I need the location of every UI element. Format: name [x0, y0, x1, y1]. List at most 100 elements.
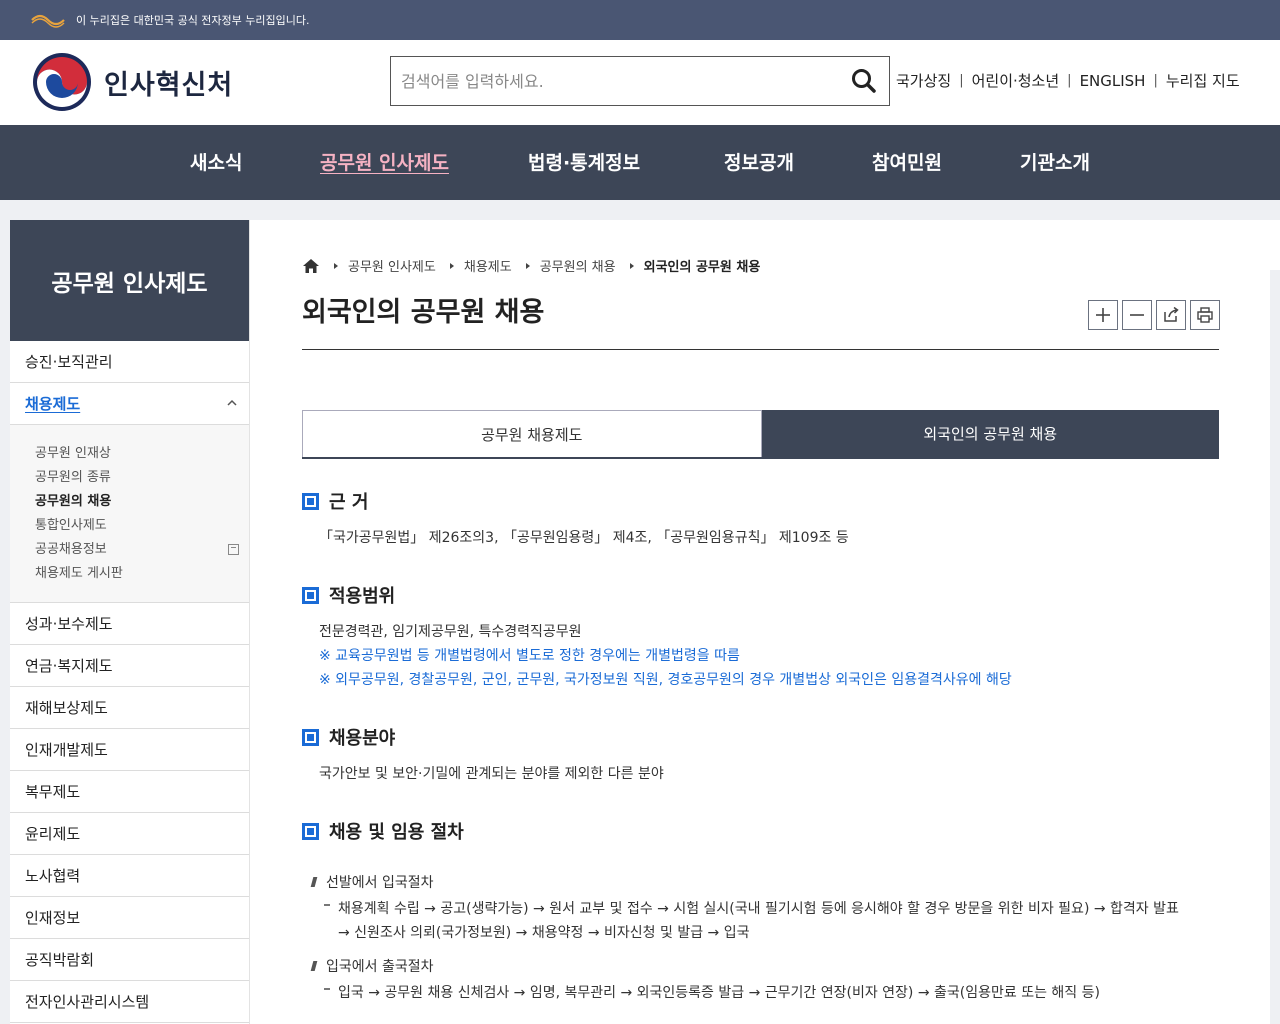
search-box	[390, 56, 890, 106]
search-icon	[852, 69, 876, 93]
gnb-item-hr-system[interactable]: 공무원 인사제도	[320, 148, 449, 175]
submenu-item-types[interactable]: 공무원의 종류	[35, 466, 249, 490]
page-edge	[1270, 220, 1280, 270]
gov-banner-text: 이 누리집은 대한민국 공식 전자정부 누리집입니다.	[76, 14, 310, 27]
submenu-item-hiring[interactable]: 공무원의 채용	[35, 490, 249, 514]
sidebar-item-talent-info[interactable]: 인재정보	[10, 897, 249, 939]
util-link-kids[interactable]: 어린이·청소년	[972, 70, 1060, 91]
scope-note: ※ 교육공무원법 등 개별법령에서 별도로 정한 경우에는 개별법령을 따름	[319, 648, 740, 664]
submenu-item-public-recruit[interactable]: 공공채용정보	[35, 538, 249, 562]
util-separator: |	[1153, 73, 1158, 88]
procedure-step-title: 선발에서 입국절차	[310, 872, 434, 892]
sidebar-item-performance-pay[interactable]: 성과·보수제도	[10, 603, 249, 645]
util-separator: |	[959, 73, 964, 88]
sidebar-submenu: 공무원 인재상 공무원의 종류 공무원의 채용 통합인사제도 공공채용정보 채용…	[10, 425, 249, 603]
section-bullet-icon	[302, 728, 319, 746]
breadcrumb-arrow-icon	[334, 262, 338, 269]
agency-name: 인사혁신처	[104, 69, 234, 101]
chevron-up-icon[interactable]	[225, 396, 239, 410]
gnb-item-civil-petition[interactable]: 참여민원	[872, 148, 942, 175]
print-icon	[1197, 307, 1213, 323]
gnb-item-about[interactable]: 기관소개	[1020, 148, 1090, 175]
section-scope-heading: 적용범위	[302, 582, 395, 608]
zoom-out-button[interactable]	[1122, 300, 1152, 330]
site-logo[interactable]: 인사혁신처	[32, 52, 233, 112]
sidebar-item-recruitment[interactable]: 채용제도	[10, 383, 249, 425]
step-title-text: 입국에서 출국절차	[326, 959, 434, 975]
breadcrumb-arrow-icon	[629, 262, 634, 269]
gov-banner: 이 누리집은 대한민국 공식 전자정부 누리집입니다.	[0, 0, 1280, 40]
search-input[interactable]	[391, 57, 839, 105]
share-icon	[1164, 306, 1179, 322]
search-button[interactable]	[839, 57, 889, 105]
slash-bullet-icon	[310, 961, 318, 971]
slash-bullet-icon	[310, 877, 318, 887]
procedure-step-detail: 채용계획 수립 → 공고(생략가능) → 원서 교부 및 접수 → 시험 실시(…	[324, 898, 1179, 918]
utility-links: 국가상징 | 어린이·청소년 | ENGLISH | 누리집 지도	[896, 70, 1240, 91]
section-basis-heading: 근 거	[302, 488, 368, 514]
print-button[interactable]	[1190, 300, 1220, 330]
gnb-item-news[interactable]: 새소식	[190, 148, 242, 175]
sidebar-item-pension-welfare[interactable]: 연금·복지제도	[10, 645, 249, 687]
title-divider	[302, 349, 1219, 350]
sidebar: 공무원 인사제도 승진·보직관리 채용제도 공무원 인재상 공무원의 종류 공무…	[10, 220, 250, 1024]
taegeuk-logo-icon	[33, 53, 91, 111]
submenu-item-board[interactable]: 채용제도 게시판	[35, 562, 249, 586]
sidebar-item-service[interactable]: 복무제도	[10, 771, 249, 813]
page-title: 외국인의 공무원 채용	[302, 297, 545, 328]
gnb-item-disclosure[interactable]: 정보공개	[724, 148, 794, 175]
section-procedure-heading: 채용 및 임용 절차	[302, 818, 464, 844]
breadcrumb-item[interactable]: 공무원의 채용	[540, 256, 616, 275]
tab-public-hiring[interactable]: 공무원 채용제도	[302, 410, 762, 457]
breadcrumb-current: 외국인의 공무원 채용	[643, 260, 761, 275]
section-bullet-icon	[302, 822, 319, 840]
breadcrumb-item[interactable]: 공무원 인사제도	[348, 256, 436, 275]
tab-foreigner-hiring[interactable]: 외국인의 공무원 채용	[761, 410, 1219, 457]
section-heading-text: 채용 및 임용 절차	[329, 822, 464, 843]
procedure-step-detail: 입국 → 공무원 채용 신체검사 → 임명, 복무관리 → 외국인등록증 발급 …	[324, 982, 1100, 1002]
main-navigation: 새소식 공무원 인사제도 법령·통계정보 정보공개 참여민원 기관소개	[0, 125, 1280, 200]
section-field-heading: 채용분야	[302, 724, 395, 750]
util-link-sitemap[interactable]: 누리집 지도	[1166, 70, 1240, 91]
sidebar-item-label: 채용제도	[25, 395, 81, 413]
new-window-icon	[228, 544, 239, 555]
scope-text: 전문경력관, 임기제공무원, 특수경력직공무원	[319, 624, 582, 640]
home-icon[interactable]	[302, 258, 320, 274]
dash-bullet-icon	[324, 904, 330, 906]
step-detail-text: 입국 → 공무원 채용 신체검사 → 임명, 복무관리 → 외국인등록증 발급 …	[338, 985, 1100, 1001]
sidebar-title: 공무원 인사제도	[10, 220, 249, 341]
submenu-item-integrated[interactable]: 통합인사제도	[35, 514, 249, 538]
breadcrumb-arrow-icon	[525, 262, 530, 269]
breadcrumb-arrow-icon	[449, 262, 454, 269]
sidebar-item-talent-dev[interactable]: 인재개발제도	[10, 729, 249, 771]
share-button[interactable]	[1156, 300, 1186, 330]
step-detail-text: 채용계획 수립 → 공고(생략가능) → 원서 교부 및 접수 → 시험 실시(…	[338, 901, 1179, 917]
zoom-in-button[interactable]	[1088, 300, 1118, 330]
gov-emblem-icon	[31, 14, 65, 28]
breadcrumb-item[interactable]: 채용제도	[464, 256, 512, 275]
sidebar-item-accident-comp[interactable]: 재해보상제도	[10, 687, 249, 729]
util-link-national-symbol[interactable]: 국가상징	[896, 70, 951, 91]
sidebar-item-ethics[interactable]: 윤리제도	[10, 813, 249, 855]
sidebar-item-job-fair[interactable]: 공직박람회	[10, 939, 249, 981]
util-separator: |	[1067, 73, 1072, 88]
breadcrumb: 공무원 인사제도 채용제도 공무원의 채용 외국인의 공무원 채용	[302, 256, 760, 275]
procedure-step-title: 입국에서 출국절차	[310, 956, 434, 976]
page-tools	[1088, 300, 1220, 330]
sidebar-item-e-hr[interactable]: 전자인사관리시스템	[10, 981, 249, 1023]
plus-icon	[1096, 308, 1110, 322]
submenu-item-talent[interactable]: 공무원 인재상	[35, 442, 249, 466]
sidebar-item-promotion[interactable]: 승진·보직관리	[10, 341, 249, 383]
sidebar-item-labor[interactable]: 노사협력	[10, 855, 249, 897]
section-bullet-icon	[302, 586, 319, 604]
procedure-step-detail-cont: → 신원조사 의뢰(국가정보원) → 채용약정 → 비자신청 및 발급 → 입국	[338, 925, 750, 941]
minus-icon	[1130, 314, 1144, 316]
util-link-english[interactable]: ENGLISH	[1080, 72, 1146, 90]
section-bullet-icon	[302, 492, 319, 510]
dash-bullet-icon	[324, 988, 330, 990]
section-heading-text: 적용범위	[329, 586, 396, 607]
field-text: 국가안보 및 보안·기밀에 관계되는 분야를 제외한 다른 분야	[319, 766, 664, 782]
submenu-item-label: 공공채용정보	[35, 542, 107, 557]
content-tabs: 공무원 채용제도 외국인의 공무원 채용	[302, 410, 1219, 459]
gnb-item-law-statistics[interactable]: 법령·통계정보	[528, 148, 640, 175]
